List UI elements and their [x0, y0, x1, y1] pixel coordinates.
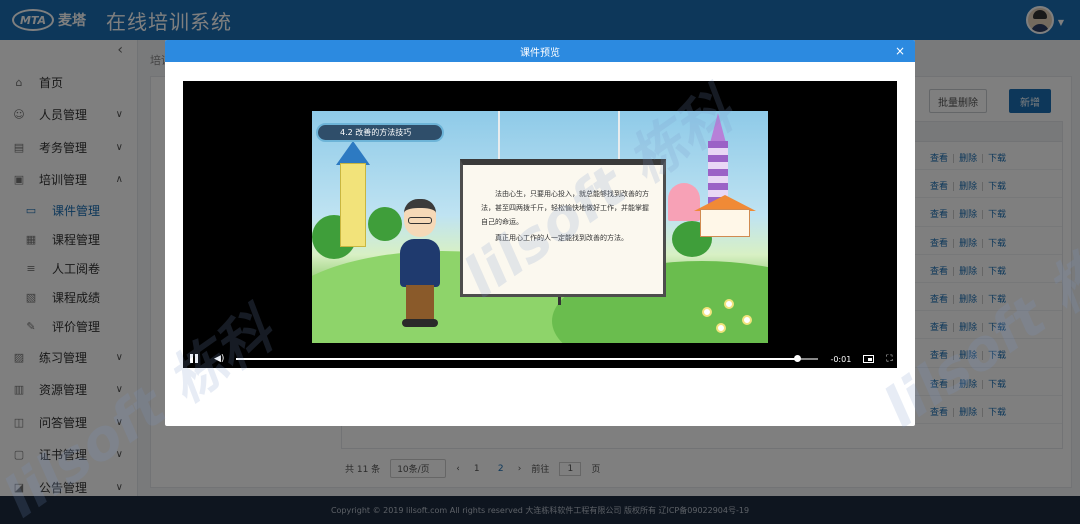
- board-stand: [558, 297, 561, 305]
- presenter-figure: [398, 199, 442, 327]
- time-remaining: -0:01: [830, 354, 852, 364]
- video-frame[interactable]: 4.2 改善的方法技巧 法由心生，只要用心投入，就总能够找到改善的方法，甚至四两…: [312, 111, 768, 343]
- board-text: 法由心生，只要用心投入，就总能够找到改善的方法，甚至四两拨千斤，轻松愉快地做好工…: [463, 165, 663, 245]
- progress-bar[interactable]: [236, 355, 819, 362]
- player-controls: ◀) -0:01 ⛶: [183, 350, 897, 368]
- presenter-body: [400, 239, 440, 287]
- tree-shape: [368, 207, 402, 241]
- dialog-title: 课件预览: [520, 47, 560, 59]
- presenter-shoes: [402, 319, 438, 327]
- close-icon[interactable]: ×: [895, 44, 905, 58]
- fullscreen-icon[interactable]: ⛶: [886, 354, 892, 364]
- dialog-header: 课件预览 ×: [165, 40, 915, 62]
- tower-shape: [340, 163, 366, 247]
- video-player[interactable]: 4.2 改善的方法技巧 法由心生，只要用心投入，就总能够找到改善的方法，甚至四两…: [183, 81, 897, 368]
- progress-fill: [236, 358, 798, 360]
- flower-shape: [716, 323, 726, 333]
- slide-board: 法由心生，只要用心投入，就总能够找到改善的方法，甚至四两拨千斤，轻松愉快地做好工…: [460, 159, 666, 297]
- board-paragraph: 法由心生，只要用心投入，就总能够找到改善的方法，甚至四两拨千斤，轻松愉快地做好工…: [481, 190, 649, 226]
- flower-shape: [702, 307, 712, 317]
- courseware-preview-dialog: 课件预览 × 4.2 改善的方法技巧 法由心生，只要用心投入，就总能够找到改善的…: [165, 40, 915, 426]
- picture-in-picture-icon[interactable]: [863, 355, 875, 363]
- house-shape: [700, 209, 750, 237]
- flower-shape: [742, 315, 752, 325]
- slide-section-tag: 4.2 改善的方法技巧: [316, 123, 444, 142]
- tower-roof-shape: [710, 113, 726, 143]
- board-string: [618, 111, 620, 159]
- progress-handle[interactable]: [794, 355, 802, 362]
- board-paragraph: 真正用心工作的人一定能找到改善的方法。: [495, 234, 628, 242]
- tower-roof-shape: [336, 141, 370, 165]
- presenter-legs: [406, 285, 434, 321]
- volume-icon[interactable]: ◀): [214, 354, 224, 364]
- pause-icon[interactable]: [190, 354, 200, 364]
- presenter-glasses: [408, 217, 432, 224]
- flower-shape: [724, 299, 734, 309]
- board-string: [498, 111, 500, 159]
